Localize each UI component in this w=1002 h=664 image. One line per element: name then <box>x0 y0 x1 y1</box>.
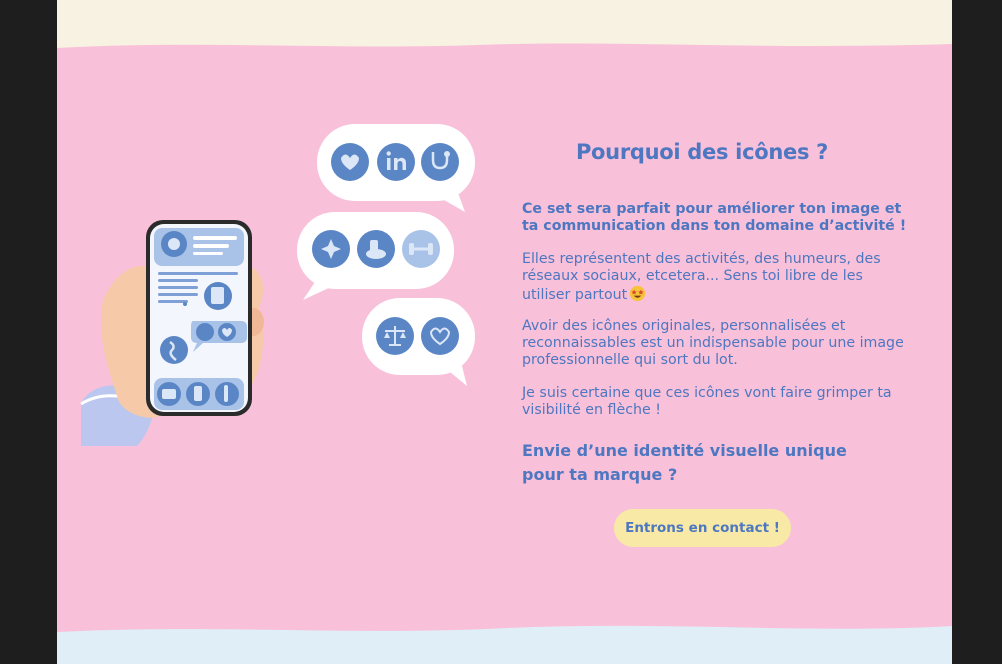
phone-illustration <box>146 220 252 416</box>
description-text: Elles représentent des activités, des hu… <box>522 251 912 304</box>
linkedin-icon <box>377 143 415 181</box>
leaf-heart-icon <box>421 317 459 355</box>
intro-text: Ce set sera parfait pour améliorer ton i… <box>522 201 907 234</box>
speech-bubble-1 <box>317 124 475 212</box>
sparkles-icon <box>312 230 350 268</box>
scales-icon <box>376 317 414 355</box>
cta-question: Envie d’une identité visuelle unique pou… <box>522 441 847 484</box>
page-section: Pourquoi des icônes ? Ce set sera parfai… <box>57 0 952 664</box>
cosmetic-jar-icon <box>357 230 395 268</box>
speech-bubble-3 <box>362 298 475 386</box>
star-struck-emoji-icon <box>630 285 646 302</box>
heart-icon <box>331 143 369 181</box>
stethoscope-icon <box>421 143 459 181</box>
dumbbell-icon <box>402 230 440 268</box>
promise-text: Je suis certaine que ces icônes vont fai… <box>522 385 892 418</box>
benefit-text: Avoir des icônes originales, personnalis… <box>522 318 904 368</box>
description-body: Elles représentent des activités, des hu… <box>522 251 881 303</box>
illustration <box>80 124 475 446</box>
contact-button[interactable]: Entrons en contact ! <box>614 509 791 547</box>
section-heading: Pourquoi des icônes ? <box>575 140 829 164</box>
speech-bubble-2 <box>297 212 454 300</box>
